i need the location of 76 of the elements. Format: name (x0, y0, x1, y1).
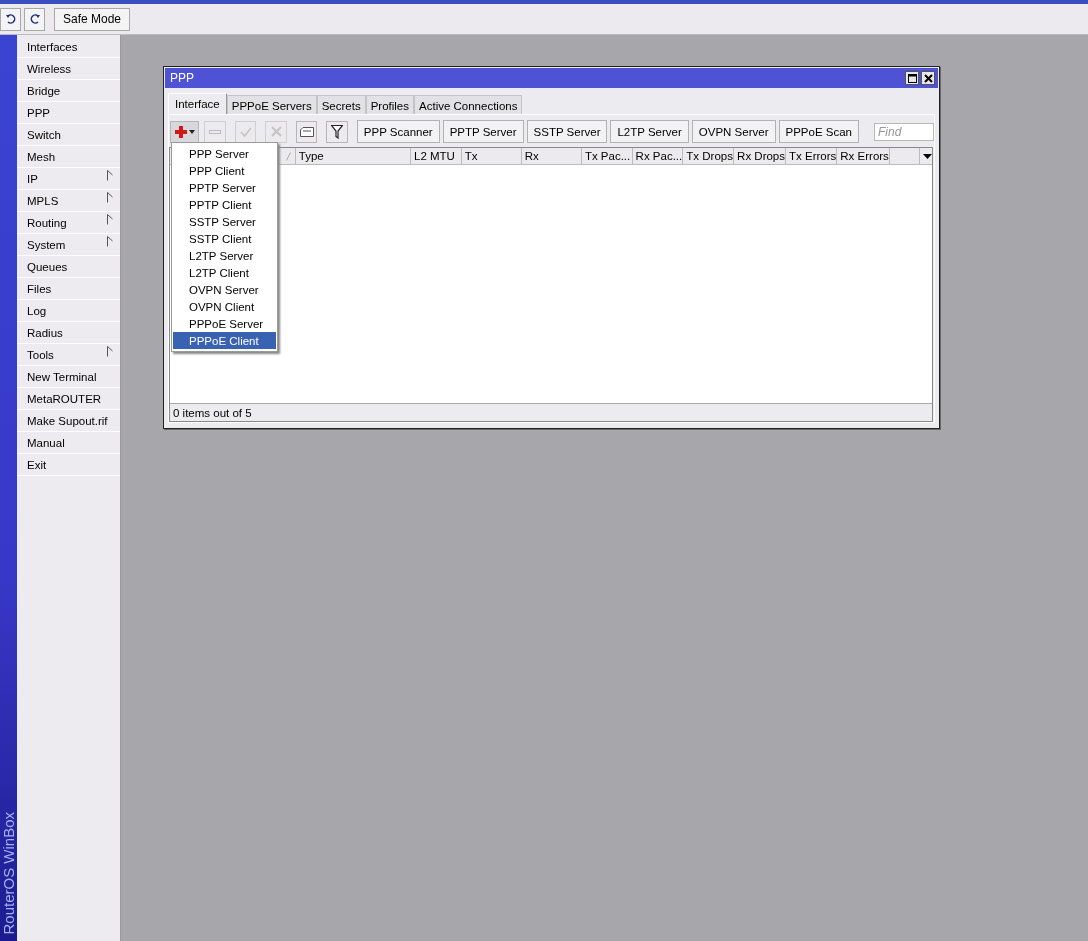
column-header[interactable]: Rx (521, 148, 582, 164)
menu-item[interactable]: OVPN Server (173, 281, 276, 298)
sidebar-item[interactable]: Radius (17, 322, 120, 344)
tab[interactable]: Interface (168, 93, 227, 114)
sidebar-item[interactable]: Exit (17, 454, 120, 476)
sidebar-item[interactable]: Switch (17, 124, 120, 146)
close-button[interactable] (921, 71, 935, 85)
check-icon (239, 126, 252, 137)
toolbar-button[interactable]: PPP Scanner (356, 120, 440, 143)
sidebar-item[interactable]: Queues (17, 256, 120, 278)
filter-button[interactable] (326, 120, 348, 143)
column-header[interactable]: Tx Errors (786, 148, 838, 164)
menu-item[interactable]: PPP Client (173, 162, 276, 179)
undo-button[interactable] (0, 7, 21, 31)
sidebar-item[interactable]: Interfaces (17, 36, 120, 58)
column-header[interactable]: Type (295, 148, 411, 164)
sidebar-item[interactable]: New Terminal (17, 366, 120, 388)
minus-icon (209, 129, 222, 134)
menu-item[interactable]: SSTP Client (173, 230, 276, 247)
add-icon (174, 125, 195, 138)
sidebar-item[interactable]: Files (17, 278, 120, 300)
menu-item[interactable]: PPTP Server (173, 179, 276, 196)
menu-item[interactable]: L2TP Server (173, 247, 276, 264)
filter-icon (331, 124, 344, 139)
toolbar-button[interactable]: PPPoE Scan (778, 120, 859, 143)
maximize-icon (907, 73, 917, 83)
tab[interactable]: Active Connections (414, 95, 523, 114)
tab[interactable]: Secrets (316, 95, 366, 114)
redo-button[interactable] (24, 7, 45, 31)
caret-icon (923, 153, 933, 159)
column-header[interactable]: Tx Drops (683, 148, 735, 164)
column-header[interactable]: Rx Errors (837, 148, 890, 164)
column-header[interactable]: Rx Drops (734, 148, 786, 164)
sidebar-item[interactable]: MetaROUTER (17, 388, 120, 410)
toolbar-button[interactable]: PPTP Server (442, 120, 524, 143)
sidebar-item[interactable]: System (17, 234, 120, 256)
menu-item[interactable]: PPPoE Server (173, 315, 276, 332)
menu-item[interactable]: PPPoE Client (173, 332, 276, 349)
sidebar-item[interactable]: Mesh (17, 146, 120, 168)
menu-item[interactable]: PPP Server (173, 145, 276, 162)
menu-item[interactable]: OVPN Client (173, 298, 276, 315)
cross-icon (270, 126, 282, 137)
sidebar-item[interactable]: Bridge (17, 80, 120, 102)
menu-item[interactable]: PPTP Client (173, 196, 276, 213)
sidebar-item[interactable]: Manual (17, 432, 120, 454)
sidebar-item[interactable]: Tools (17, 344, 120, 366)
column-header[interactable]: L2 MTU (411, 148, 462, 164)
note-icon (299, 126, 314, 137)
toolbar-button[interactable]: SSTP Server (526, 120, 608, 143)
find-field[interactable]: Find (874, 122, 934, 141)
tab[interactable]: PPPoE Servers (226, 95, 317, 114)
sidebar-item[interactable]: Wireless (17, 58, 120, 80)
window-title: PPP (170, 71, 194, 85)
menu-item[interactable]: SSTP Server (173, 213, 276, 230)
toolbar-button[interactable]: OVPN Server (691, 120, 776, 143)
close-icon (923, 73, 933, 83)
tab[interactable]: Profiles (365, 95, 414, 114)
sidebar-item[interactable]: IP (17, 168, 120, 190)
redo-icon (28, 13, 41, 25)
undo-icon (4, 13, 17, 25)
sidebar-item[interactable]: Log (17, 300, 120, 322)
column-header[interactable]: Rx Pac... (632, 148, 684, 164)
sidebar-item[interactable]: PPP (17, 102, 120, 124)
sidebar-item[interactable]: MPLS (17, 190, 120, 212)
column-header[interactable]: Tx (461, 148, 522, 164)
comment-button[interactable] (295, 120, 318, 143)
safe-mode-button[interactable]: Safe Mode (54, 7, 131, 31)
sidebar-item[interactable]: Routing (17, 212, 120, 234)
toolbar-button[interactable]: L2TP Server (610, 120, 689, 143)
add-button[interactable] (170, 120, 200, 143)
sidebar-item[interactable]: Make Supout.rif (17, 410, 120, 432)
column-header[interactable]: Tx Pac... (581, 148, 633, 164)
maximize-button[interactable] (905, 71, 919, 85)
status-bar: 0 items out of 5 (170, 403, 932, 421)
brand-label: RouterOS WinBox (0, 812, 17, 935)
menu-item[interactable]: L2TP Client (173, 264, 276, 281)
